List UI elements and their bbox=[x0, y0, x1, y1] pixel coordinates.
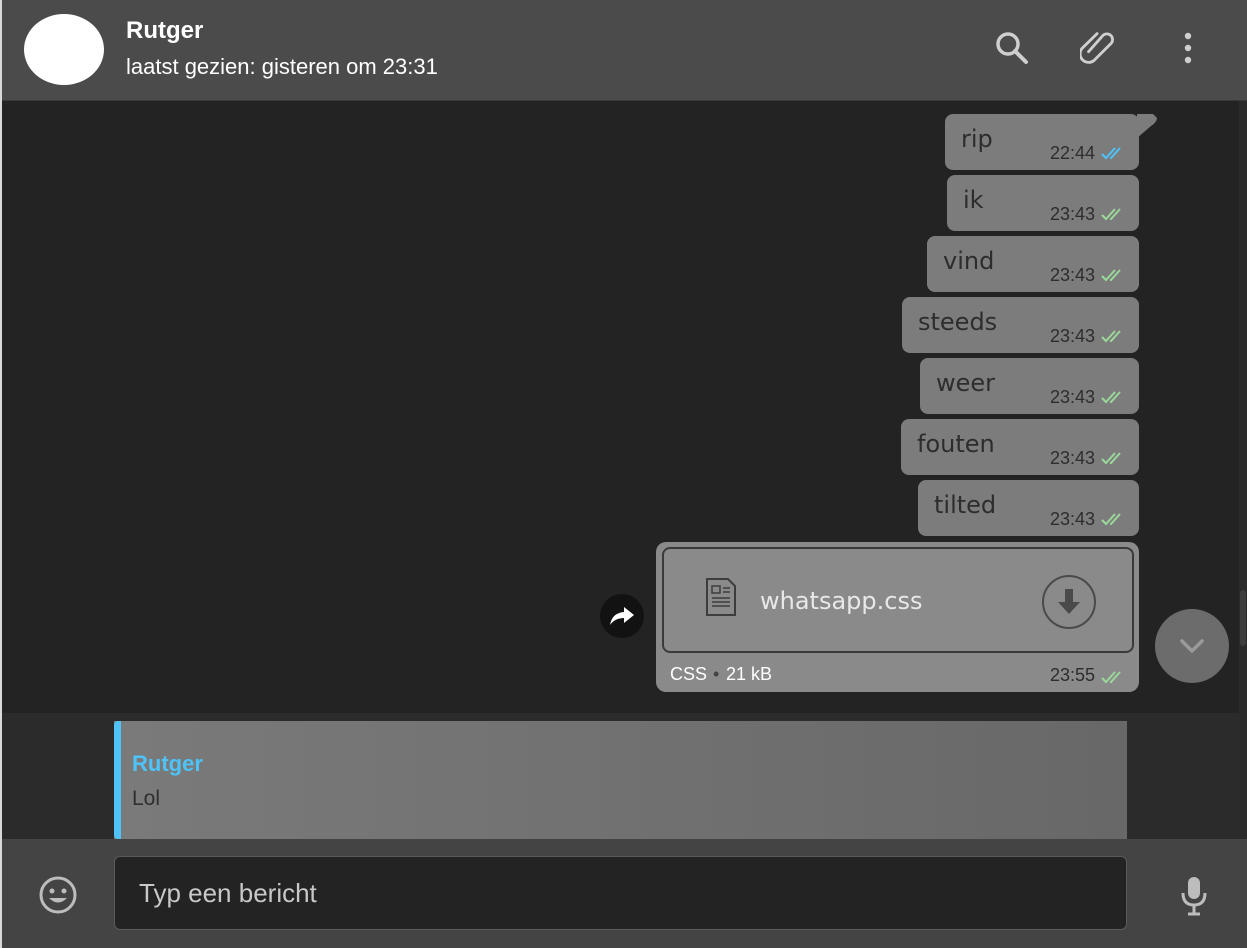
read-ticks-icon bbox=[1101, 147, 1121, 160]
menu-icon[interactable] bbox=[1170, 30, 1206, 66]
message-time: 23:43 bbox=[1049, 204, 1095, 224]
document-icon bbox=[706, 578, 736, 616]
delivered-ticks-icon bbox=[1101, 269, 1121, 282]
scrollbar-thumb[interactable] bbox=[1240, 590, 1246, 646]
reply-preview-bar: Rutger Lol bbox=[2, 713, 1247, 839]
message-bubble[interactable]: steeds 23:43 bbox=[902, 297, 1139, 353]
file-message[interactable]: whatsapp.css CSS • 21 kB 23:55 bbox=[656, 542, 1139, 692]
message-time: 22:44 bbox=[1049, 143, 1095, 163]
message-text: rip bbox=[961, 125, 993, 153]
quoted-author: Rutger bbox=[132, 751, 203, 776]
message-input[interactable] bbox=[114, 856, 1127, 930]
message-text: weer bbox=[936, 369, 996, 397]
message-text: tilted bbox=[934, 491, 997, 519]
scroll-to-bottom-button[interactable] bbox=[1155, 609, 1229, 683]
message-time: 23:55 bbox=[1049, 665, 1095, 685]
message-bubble[interactable]: vind 23:43 bbox=[927, 236, 1139, 292]
delivered-ticks-icon bbox=[1101, 391, 1121, 404]
attach-icon[interactable] bbox=[1080, 30, 1116, 66]
file-attachment[interactable]: whatsapp.css bbox=[662, 547, 1134, 653]
download-icon bbox=[1058, 589, 1080, 614]
forward-button[interactable] bbox=[600, 594, 644, 638]
message-bubble[interactable]: tilted 23:43 bbox=[918, 480, 1139, 536]
forward-icon bbox=[610, 607, 634, 625]
emoji-icon[interactable] bbox=[38, 875, 78, 915]
chevron-down-icon bbox=[1180, 639, 1204, 653]
avatar[interactable] bbox=[24, 14, 104, 85]
quote-accent bbox=[114, 721, 121, 839]
delivered-ticks-icon bbox=[1101, 330, 1121, 343]
quoted-message[interactable]: Rutger Lol bbox=[114, 721, 1127, 839]
file-size: 21 kB bbox=[726, 664, 773, 684]
composer-bar bbox=[2, 839, 1247, 948]
chat-header: Rutger laatst gezien: gisteren om 23:31 bbox=[2, 0, 1247, 101]
download-button[interactable] bbox=[1042, 575, 1096, 629]
meta-separator: • bbox=[713, 664, 720, 684]
delivered-ticks-icon bbox=[1101, 671, 1121, 684]
message-time: 23:43 bbox=[1049, 387, 1095, 407]
message-text: ik bbox=[963, 186, 984, 214]
file-name: whatsapp.css bbox=[760, 587, 923, 615]
message-bubble[interactable]: weer 23:43 bbox=[920, 358, 1139, 414]
message-time: 23:43 bbox=[1049, 326, 1095, 346]
message-bubble[interactable]: rip 22:44 bbox=[945, 114, 1157, 170]
quoted-text: Lol bbox=[132, 787, 161, 810]
message-bubble[interactable]: ik 23:43 bbox=[947, 175, 1139, 231]
message-text: fouten bbox=[917, 430, 995, 458]
delivered-ticks-icon bbox=[1101, 513, 1121, 526]
message-time: 23:43 bbox=[1049, 509, 1095, 529]
delivered-ticks-icon bbox=[1101, 208, 1121, 221]
microphone-icon[interactable] bbox=[1178, 875, 1210, 917]
delivered-ticks-icon bbox=[1101, 452, 1121, 465]
contact-name[interactable]: Rutger bbox=[126, 17, 203, 45]
bubble-tail bbox=[1137, 114, 1157, 138]
message-text: steeds bbox=[918, 308, 998, 336]
message-time: 23:43 bbox=[1049, 265, 1095, 285]
search-icon[interactable] bbox=[994, 30, 1030, 66]
contact-status: laatst gezien: gisteren om 23:31 bbox=[126, 54, 438, 79]
message-text: vind bbox=[943, 247, 995, 275]
file-type: CSS bbox=[670, 664, 708, 684]
message-bubble[interactable]: fouten 23:43 bbox=[901, 419, 1139, 475]
message-time: 23:43 bbox=[1049, 448, 1095, 468]
